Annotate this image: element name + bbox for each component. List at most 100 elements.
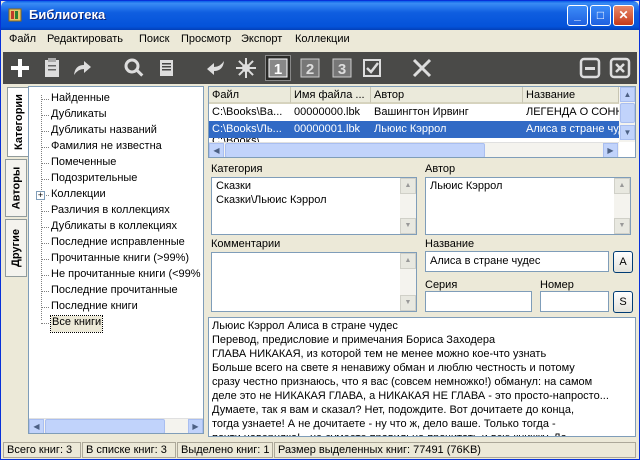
number-field[interactable] [540,291,609,312]
view-1-icon[interactable]: 1 [265,55,291,81]
tab-other[interactable]: Другие [5,219,27,277]
tree-item[interactable]: Не прочитанные книги (<99% [51,268,201,284]
category-line: Сказки\Льюис Кэррол [216,194,327,206]
table-cell[interactable]: C:\Books\Ль... [209,121,291,138]
tree-item[interactable]: Прочитанные книги (>99%) [51,252,189,268]
view-3-icon[interactable]: 3 [329,55,355,81]
forward-icon[interactable] [69,55,95,81]
search-icon[interactable] [121,55,147,81]
col-header-author[interactable]: Автор [371,87,523,104]
tree-line [41,243,49,244]
paste-icon[interactable] [39,55,65,81]
view-2-icon[interactable]: 2 [297,55,323,81]
category-label: Категория [211,163,263,175]
menu-bar: Файл Редактировать Поиск Просмотр Экспор… [1,30,639,50]
author-label: Автор [425,163,456,175]
tree-line [41,211,49,212]
comments-box[interactable]: ▲ ▼ [211,252,417,312]
tree-item[interactable]: Коллекции [51,188,106,204]
scroll-thumb[interactable] [225,143,485,157]
delete-icon[interactable] [409,55,435,81]
scroll-up-icon[interactable]: ▲ [400,178,416,194]
svg-text:3: 3 [338,61,346,78]
tree-item[interactable]: Все книги [49,315,104,333]
menu-collections[interactable]: Коллекции [295,33,350,45]
table-cell[interactable]: Вашингтон Ирвинг [371,104,523,121]
table-cell[interactable]: Алиса в стране чуд [523,121,619,138]
tree-item[interactable]: Фамилия не известна [51,140,162,156]
menu-edit[interactable]: Редактировать [47,33,123,45]
tree-item[interactable]: Дубликаты [51,108,107,124]
books-table[interactable]: Файл Имя файла ... Автор Название C:\Boo… [208,86,636,158]
table-cell[interactable]: ЛЕГЕНДА О СОНН [523,104,619,121]
category-tree[interactable]: Найденные Дубликаты Дубликаты названий Фами… [28,86,204,434]
tree-item[interactable]: Помеченные [51,156,116,172]
menu-view[interactable]: Просмотр [181,33,231,45]
book-text[interactable]: Льюис Кэррол Алиса в стране чудес Перевод… [208,317,636,437]
scroll-up-icon[interactable]: ▲ [620,87,635,102]
table-cell[interactable]: Льюис Кэррол [371,121,523,138]
scroll-down-icon[interactable]: ▼ [620,125,635,140]
scroll-up-icon[interactable]: ▲ [400,253,416,269]
tree-item[interactable]: Последние прочитанные [51,284,178,300]
checkbox-icon[interactable] [359,55,385,81]
menu-search[interactable]: Поиск [139,33,169,45]
expand-icon[interactable]: + [36,191,45,200]
menu-file[interactable]: Файл [9,33,36,45]
col-header-title[interactable]: Название [523,87,619,104]
maximize-button[interactable]: □ [590,5,611,26]
scroll-left-icon[interactable]: ◀ [209,143,224,157]
tree-item[interactable]: Дубликаты названий [51,124,157,140]
minimize-button[interactable]: _ [567,5,588,26]
tree-hscrollbar[interactable]: ◀ ▶ [29,418,203,433]
close-button[interactable]: ✕ [613,5,634,26]
settings-icon[interactable] [233,55,259,81]
scroll-down-icon[interactable]: ▼ [614,218,630,234]
text-line: Думаете, так я вам и сказал? Нет, подожд… [212,404,575,416]
text-line: ГЛАВА НИКАКАЯ, из которой тем не менее м… [212,348,547,360]
author-box[interactable]: Льюис Кэррол ▲ ▼ [425,177,631,235]
author-value: Льюис Кэррол [430,180,503,192]
s-button[interactable]: S [613,291,633,313]
category-scrollbar[interactable]: ▲ ▼ [400,178,416,234]
tree-item[interactable]: Различия в коллекциях [51,204,170,220]
tree-item[interactable]: Последние книги [51,300,138,316]
table-cell[interactable]: 00000001.lbk [291,121,371,138]
toolbar: 1 2 3 [3,52,637,84]
add-icon[interactable] [7,55,33,81]
table-cell[interactable]: C:\Books\Ва... [209,104,291,121]
window-icon[interactable] [577,55,603,81]
scroll-right-icon[interactable]: ▶ [188,419,203,433]
scroll-down-icon[interactable]: ▼ [400,218,416,234]
menu-export[interactable]: Экспорт [241,33,282,45]
scroll-thumb[interactable] [45,419,165,433]
author-scrollbar[interactable]: ▲ ▼ [614,178,630,234]
tree-line [41,99,49,100]
comments-scrollbar[interactable]: ▲ ▼ [400,253,416,311]
table-cell[interactable]: 00000000.lbk [291,104,371,121]
tree-item[interactable]: Дубликаты в коллекциях [51,220,177,236]
scroll-left-icon[interactable]: ◀ [29,419,44,433]
scroll-down-icon[interactable]: ▼ [400,295,416,311]
tree-line [41,227,49,228]
title-field[interactable]: Алиса в стране чудес [425,251,609,272]
close-icon[interactable] [607,55,633,81]
category-box[interactable]: Сказки Сказки\Льюис Кэррол ▲ ▼ [211,177,417,235]
tree-item[interactable]: Подозрительные [51,172,137,188]
tree-item[interactable]: Найденные [51,92,110,108]
undo-icon[interactable] [203,55,229,81]
col-header-file[interactable]: Файл [209,87,291,104]
title-bar[interactable]: Библиотека _ □ ✕ [1,1,639,30]
scroll-thumb[interactable] [620,103,635,123]
tab-authors[interactable]: Авторы [5,159,27,217]
table-hscrollbar[interactable]: ◀ ▶ [209,142,619,157]
series-field[interactable] [425,291,532,312]
table-vscrollbar[interactable]: ▲ ▼ [619,87,635,142]
a-button[interactable]: A [613,251,633,273]
scroll-up-icon[interactable]: ▲ [614,178,630,194]
col-header-filename[interactable]: Имя файла ... [291,87,371,104]
document-icon[interactable] [153,55,179,81]
tab-categories[interactable]: Категории [7,87,29,157]
scroll-right-icon[interactable]: ▶ [603,143,618,157]
tree-item[interactable]: Последние исправленные [51,236,185,252]
